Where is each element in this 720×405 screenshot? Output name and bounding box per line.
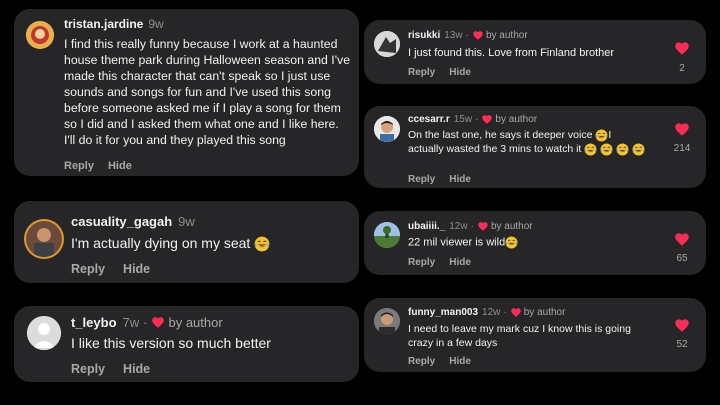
laughing-crying-emoji-icon [616,143,629,156]
liked-by-author-label: by author [168,315,223,330]
comment-actions: Reply Hide [408,67,471,78]
comment-header: casuality_gagah 9w [71,214,195,229]
like-heart-icon[interactable] [675,319,689,332]
username[interactable]: casuality_gagah [71,214,172,229]
like-heart-icon[interactable] [675,123,689,136]
reply-button[interactable]: Reply [408,257,435,268]
comment-time: 12w [449,221,468,232]
separator-dot: · [503,307,507,318]
comment-time: 9w [148,17,164,31]
comment-text: On the last one, he says it deeper voice… [408,128,648,156]
like-count: 65 [676,253,688,264]
heart-icon [478,222,488,231]
comment-header: ccesarr.r 15w · by author [408,114,537,125]
username[interactable]: funny_man003 [408,307,478,318]
comment-text: I need to leave my mark cuz I know this … [408,323,631,349]
comment-actions: Reply Hide [64,160,132,172]
reply-button[interactable]: Reply [64,160,94,172]
reply-button[interactable]: Reply [408,356,435,367]
comment-card: funny_man003 12w · by author I need to l… [364,298,706,372]
separator-dot: · [143,315,148,330]
like-count: 2 [679,63,685,74]
liked-by-author-label: by author [523,307,566,318]
hide-button[interactable]: Hide [449,67,471,78]
laughing-crying-emoji-icon [254,236,270,252]
liked-by-author-label: by author [490,221,533,232]
avatar[interactable] [27,316,61,350]
laughing-crying-emoji-icon [595,129,608,142]
hide-button[interactable]: Hide [108,160,132,172]
comment-text: I just found this. Love from Finland bro… [408,47,615,59]
separator-dot: · [465,30,469,41]
username[interactable]: tristan.jardine [64,17,143,31]
comment-header: ubaiiii._ 12w · by author [408,221,533,232]
username[interactable]: risukki [408,30,440,41]
comment-card: t_leybo 7w · by author I like this versi… [14,306,359,382]
like-heart-icon[interactable] [675,233,689,246]
separator-dot: · [475,114,479,125]
avatar[interactable] [24,219,64,259]
comment-text-content: 22 mil viewer is wild [408,236,506,249]
hide-button[interactable]: Hide [123,262,150,276]
reply-button[interactable]: Reply [71,262,105,276]
liked-by-author-label: by author [495,114,538,125]
username[interactable]: ubaiiii._ [408,221,445,232]
laughing-crying-emoji-icon [632,143,645,156]
comment-text: 22 mil viewer is wild [408,236,658,249]
separator-dot: · [470,221,474,232]
comment-actions: Reply Hide [408,174,471,185]
comment-time: 9w [178,214,195,229]
avatar[interactable] [374,31,400,57]
comment-text-part: On the last one, he says it deeper voice [408,129,593,141]
comment-actions: Reply Hide [71,262,150,276]
comment-card: ubaiiii._ 12w · by author 22 mil viewer … [364,211,706,275]
comment-time: 15w [453,114,473,125]
comment-card: risukki 13w · by author I just found thi… [364,20,706,84]
reply-button[interactable]: Reply [71,362,105,376]
reply-button[interactable]: Reply [408,67,435,78]
username[interactable]: t_leybo [71,315,117,330]
comment-header: risukki 13w · by author [408,30,528,41]
reply-button[interactable]: Reply [408,174,435,185]
heart-icon [511,308,521,317]
hide-button[interactable]: Hide [449,356,471,367]
comment-actions: Reply Hide [408,257,471,268]
liked-by-author-label: by author [485,30,528,41]
avatar[interactable] [26,21,54,49]
laughing-crying-emoji-icon [505,236,518,249]
hide-button[interactable]: Hide [123,362,150,376]
comment-card: ccesarr.r 15w · by author On the last on… [364,106,706,188]
comment-card: tristan.jardine 9w I find this really fu… [14,9,359,176]
heart-icon [152,317,164,328]
heart-icon [482,115,492,124]
laughing-crying-emoji-icon [600,143,613,156]
avatar[interactable] [374,308,400,334]
like-count: 52 [676,339,688,350]
heart-icon [473,31,483,40]
hide-button[interactable]: Hide [449,174,471,185]
username[interactable]: ccesarr.r [408,114,450,125]
like-count: 214 [673,143,691,154]
comment-header: t_leybo 7w · by author [71,315,223,330]
comment-text-content: I'm actually dying on my seat [71,235,251,251]
comment-card: casuality_gagah 9w I'm actually dying on… [14,201,359,283]
comment-text: I like this version so much better [71,335,271,351]
laughing-crying-emoji-icon [584,143,597,156]
comment-text: I find this really funny because I work … [64,37,351,147]
comment-actions: Reply Hide [408,356,471,367]
comment-time: 7w [122,315,140,330]
avatar[interactable] [374,222,400,248]
comment-header: funny_man003 12w · by author [408,307,565,318]
comment-header: tristan.jardine 9w [64,17,164,31]
like-heart-icon[interactable] [675,42,689,55]
comment-actions: Reply Hide [71,362,150,376]
avatar[interactable] [374,116,400,142]
hide-button[interactable]: Hide [449,257,471,268]
comment-text: I'm actually dying on my seat [71,235,351,252]
comment-time: 12w [482,307,501,318]
comment-time: 13w [444,30,463,41]
